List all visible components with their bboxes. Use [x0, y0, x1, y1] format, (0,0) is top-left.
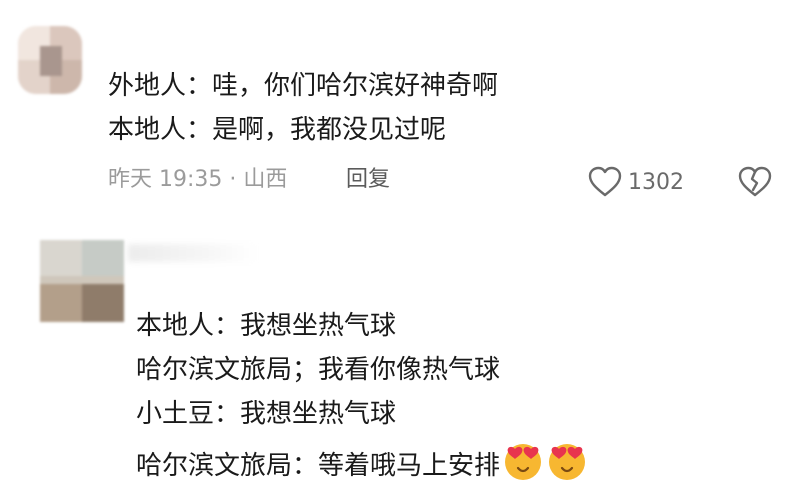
comment-text-line: 本地人：我想坐热气球	[136, 311, 397, 341]
dislike-button[interactable]	[738, 166, 772, 198]
nickname-blurred	[128, 244, 258, 262]
comment-text-line: 外地人：哇，你们哈尔滨好神奇啊	[108, 71, 499, 101]
avatar-blurred[interactable]	[40, 240, 124, 322]
heart-eyes-emoji	[505, 444, 542, 480]
broken-heart-icon	[738, 166, 772, 197]
comment-time-location: 昨天 19:35 · 山西	[108, 167, 288, 192]
reply-button[interactable]: 回复	[346, 166, 390, 194]
like-count: 1302	[628, 169, 684, 195]
comment-text-line: 哈尔滨文旅局；我看你像热气球	[136, 355, 501, 385]
heart-outline-icon	[588, 166, 622, 197]
heart-eyes-emoji	[549, 444, 586, 480]
comment-text-line: 小土豆：我想坐热气球	[136, 399, 397, 429]
avatar-blurred[interactable]	[18, 26, 82, 94]
comment-text: 哈尔滨文旅局：等着哦马上安排	[136, 451, 501, 481]
comment-text-line: 本地人：是啊，我都没见过呢	[108, 115, 447, 145]
emoji-group	[502, 440, 590, 490]
like-button[interactable]: 1302	[588, 166, 684, 198]
comment-text-line: 哈尔滨文旅局：等着哦马上安排	[136, 440, 590, 490]
